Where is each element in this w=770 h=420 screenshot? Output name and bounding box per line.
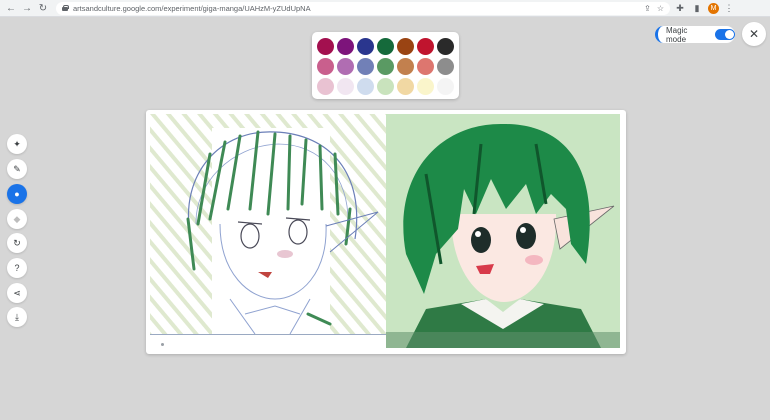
- extensions-icon[interactable]: ✚: [673, 1, 687, 15]
- sketch-eyes: [237, 217, 311, 249]
- url-text[interactable]: artsandculture.google.com/experiment/gig…: [73, 4, 638, 13]
- sketch-baseline: [150, 334, 386, 335]
- reset-tool[interactable]: ↻: [7, 233, 27, 253]
- palette-icon: ●: [14, 189, 20, 199]
- color-swatch[interactable]: [357, 78, 374, 95]
- magic-mode-toggle[interactable]: [714, 29, 735, 40]
- color-swatch[interactable]: [337, 38, 354, 55]
- color-swatch[interactable]: [397, 58, 414, 75]
- reload-icon[interactable]: ↻: [36, 1, 50, 15]
- menu-icon[interactable]: ⋮: [722, 1, 736, 15]
- download-icon: ⤓: [15, 311, 19, 322]
- address-bar[interactable]: artsandculture.google.com/experiment/gig…: [56, 1, 670, 15]
- render-eye-left-highlight: [475, 231, 481, 237]
- sidepanel-icon[interactable]: ▮: [690, 1, 704, 15]
- color-swatch[interactable]: [317, 78, 334, 95]
- sketch-hatch-top: [212, 114, 330, 128]
- magic-mode-control[interactable]: Magic mode: [655, 25, 735, 44]
- close-icon: ✕: [748, 27, 760, 41]
- render-blush: [525, 255, 543, 265]
- sketch-collar: [229, 298, 311, 334]
- help-icon: ?: [14, 263, 20, 273]
- sketch-hatch-left: [150, 114, 212, 334]
- rendered-output: [386, 114, 620, 348]
- color-swatch[interactable]: [317, 58, 334, 75]
- color-palette: [312, 32, 459, 99]
- back-icon[interactable]: ←: [4, 1, 18, 15]
- eraser-icon: ◆: [13, 213, 21, 224]
- render-bottom-strip: [386, 332, 620, 348]
- sketch-blush: [277, 250, 293, 258]
- page-indicator-dot: [161, 343, 164, 346]
- color-swatch[interactable]: [337, 78, 354, 95]
- color-swatch[interactable]: [397, 38, 414, 55]
- browser-toolbar: ← → ↻ artsandculture.google.com/experime…: [0, 0, 770, 17]
- color-swatch[interactable]: [417, 38, 434, 55]
- color-swatch[interactable]: [357, 38, 374, 55]
- color-swatch[interactable]: [377, 58, 394, 75]
- color-swatch[interactable]: [417, 78, 434, 95]
- color-swatch[interactable]: [377, 38, 394, 55]
- lock-icon[interactable]: [62, 5, 69, 11]
- color-swatch[interactable]: [317, 38, 334, 55]
- magic-mode-label: Magic mode: [666, 25, 688, 44]
- color-swatch[interactable]: [397, 78, 414, 95]
- sketch-face: [219, 223, 327, 300]
- share-tool[interactable]: ⋖: [7, 283, 27, 303]
- pencil-icon: ✎: [13, 163, 21, 174]
- color-swatch[interactable]: [437, 58, 454, 75]
- magic-wand-tool[interactable]: ✦: [7, 134, 27, 154]
- pencil-tool[interactable]: ✎: [7, 159, 27, 179]
- close-button[interactable]: ✕: [742, 22, 766, 46]
- palette-tool[interactable]: ●: [7, 184, 27, 204]
- render-eye-right: [516, 223, 536, 249]
- share-icon: ⋖: [13, 287, 21, 298]
- color-swatch[interactable]: [337, 58, 354, 75]
- sketch-hatch-right: [330, 114, 386, 334]
- help-tool[interactable]: ?: [7, 258, 27, 278]
- color-swatch[interactable]: [417, 58, 434, 75]
- refresh-icon: ↻: [13, 237, 21, 248]
- render-eye-right-highlight: [520, 227, 526, 233]
- color-swatch[interactable]: [437, 78, 454, 95]
- render-eye-left: [471, 227, 491, 253]
- sketch-canvas[interactable]: [150, 114, 386, 334]
- color-swatch[interactable]: [357, 58, 374, 75]
- eraser-tool: ◆: [7, 209, 27, 229]
- forward-icon[interactable]: →: [20, 1, 34, 15]
- sketch-mouth: [258, 272, 272, 278]
- color-swatch[interactable]: [377, 78, 394, 95]
- profile-avatar[interactable]: M: [708, 2, 719, 14]
- magic-wand-icon: ✦: [13, 138, 21, 149]
- download-tool[interactable]: ⤓: [7, 307, 27, 327]
- star-icon[interactable]: ☆: [657, 4, 664, 13]
- share-icon[interactable]: ⇪: [644, 4, 651, 13]
- color-swatch[interactable]: [437, 38, 454, 55]
